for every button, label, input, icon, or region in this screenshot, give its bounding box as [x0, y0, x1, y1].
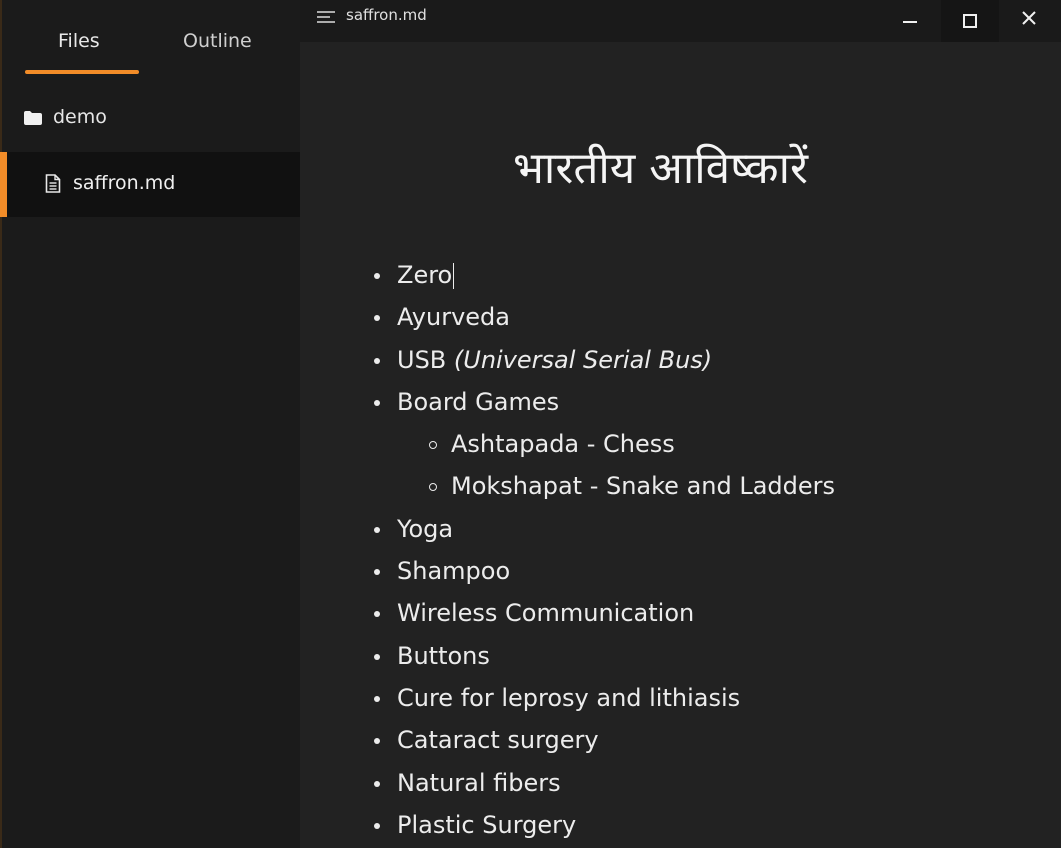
close-button[interactable] — [1000, 0, 1058, 42]
bullet-icon — [374, 273, 380, 279]
list-item-text: Board Games — [397, 387, 560, 416]
maximize-button[interactable] — [941, 0, 999, 42]
bullet-icon — [374, 611, 380, 618]
list-item-text: Ayurveda — [397, 303, 510, 332]
hollow-bullet-icon — [429, 483, 437, 492]
bullet-icon — [374, 315, 380, 322]
sidebar: Files Outline demo saffron.md — [0, 0, 300, 848]
document-heading: भारतीय आविष्कारें — [513, 143, 808, 194]
menu-icon[interactable] — [317, 10, 339, 24]
list-item-text: USB — [397, 345, 454, 374]
list-item-text: Zero — [397, 261, 453, 289]
close-icon — [1022, 11, 1036, 25]
folder-icon — [24, 111, 42, 125]
bullet-icon — [374, 399, 380, 406]
editor-area[interactable]: भारतीय आविष्कारें Zero Ayurveda USB (Uni… — [300, 42, 1061, 848]
text-cursor — [453, 263, 455, 289]
list-item-text: Ashtapada - Chess — [451, 430, 675, 459]
list-item-text: Wireless Communication — [397, 599, 695, 628]
bullet-icon — [374, 780, 380, 787]
bullet-icon — [374, 738, 380, 745]
bullet-icon — [374, 569, 380, 576]
app-window: Files Outline demo saffron.md saffron.md… — [0, 0, 1061, 848]
maximize-icon — [963, 14, 977, 28]
bullet-icon — [374, 822, 380, 829]
list-item-text: Plastic Surgery — [397, 810, 577, 839]
list-item-italic-text: (Universal Serial Bus) — [453, 345, 713, 374]
tab-outline[interactable]: Outline — [183, 30, 252, 52]
list-item-text: Buttons — [397, 641, 490, 670]
sidebar-item-file-saffron[interactable]: saffron.md — [0, 152, 300, 217]
title-bar: saffron.md — [300, 0, 1061, 42]
minimize-button[interactable] — [881, 0, 939, 42]
minimize-icon — [903, 21, 917, 23]
bullet-icon — [374, 695, 380, 702]
active-tab-indicator — [25, 70, 139, 74]
hollow-bullet-icon — [429, 441, 437, 450]
list-item-text: Natural fibers — [397, 768, 561, 797]
list-item-text: Shampoo — [397, 557, 511, 586]
tab-files[interactable]: Files — [58, 30, 100, 52]
sidebar-item-folder-demo[interactable]: demo — [0, 98, 300, 140]
bullet-icon — [374, 653, 380, 660]
file-label: saffron.md — [73, 172, 176, 194]
list-item-text: Cataract surgery — [397, 726, 599, 755]
selected-file-indicator — [0, 152, 7, 217]
folder-label: demo — [53, 106, 107, 128]
bullet-icon — [374, 526, 380, 533]
list-item-text: Cure for leprosy and lithiasis — [397, 683, 741, 712]
document-title: saffron.md — [346, 6, 427, 24]
list-item-text: Yoga — [397, 514, 454, 543]
file-icon — [45, 174, 61, 193]
list-item-text: Mokshapat - Snake and Ladders — [451, 472, 836, 501]
sidebar-tabs: Files Outline — [0, 0, 300, 80]
bullet-icon — [374, 357, 380, 364]
